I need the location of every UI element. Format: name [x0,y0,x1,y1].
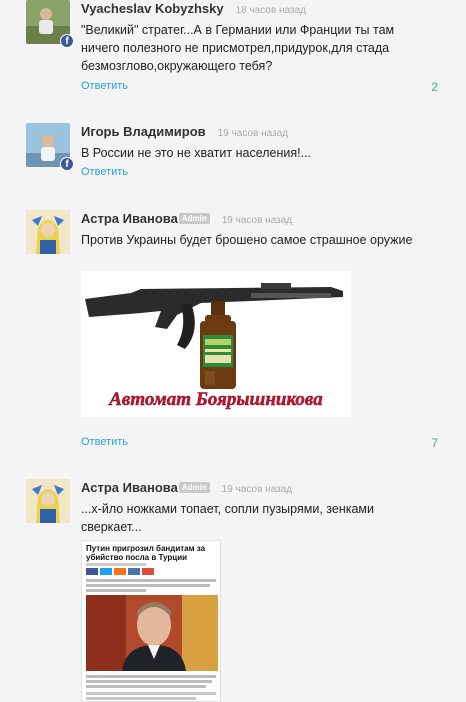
timestamp: 19 часов назад [221,215,293,226]
attached-image[interactable]: Автомат Боярышникова [81,271,351,417]
article-body-image [86,563,218,700]
comment-text: В России не это не хватит населения!... [81,146,312,160]
facebook-icon: f [60,34,74,48]
reply-count[interactable]: 2 [431,80,438,94]
reply-count[interactable]: 7 [431,436,438,450]
article-screenshot[interactable]: Путин пригрозил бандитам за убийство пос… [81,540,221,702]
comment-3: Астра Иванова Admin 19 часов назад Против … [0,210,466,460]
comment-2: f Игорь Владимиров 19 часов назад В Росси… [0,123,466,193]
comment-text: Против Украины будет брошено самое страш… [81,233,413,247]
reply-link[interactable]: Ответить [81,436,128,448]
timestamp: 19 часов назад [217,128,289,139]
comment-text: ...х-йло ножками топает, сопли пузырями,… [81,502,374,534]
comment-header: Астра Иванова Admin 19 часов назад [81,210,292,228]
comment-4: Астра Иванова Admin 19 часов назад ...х-йл… [0,479,466,702]
author-name[interactable]: Астра Иванова [81,480,178,495]
comment-header: Астра Иванова Admin 19 часов назад [81,479,292,497]
facebook-icon: f [60,157,74,171]
comment-1: f Vyacheslav Kobyzhsky 18 часов назад "Ве… [0,0,466,110]
comment-header: Игорь Владимиров 19 часов назад [81,123,288,141]
avatar[interactable] [26,210,70,254]
image-caption: Автомат Боярышникова [108,389,323,410]
timestamp: 19 часов назад [221,484,293,495]
avatar[interactable] [26,479,70,523]
author-name[interactable]: Vyacheslav Kobyzhsky [81,1,224,16]
author-name[interactable]: Астра Иванова [81,211,178,226]
timestamp: 18 часов назад [235,5,306,16]
reply-link[interactable]: Ответить [81,80,128,92]
comment-header: Vyacheslav Kobyzhsky 18 часов назад [81,0,306,18]
rifle-image: Автомат Боярышникова [81,271,351,417]
admin-badge: Admin [178,213,210,224]
admin-badge: Admin [178,482,210,493]
comment-text: "Великий" стратег...А в Германии или Фра… [81,23,395,73]
author-name[interactable]: Игорь Владимиров [81,124,206,139]
reply-link[interactable]: Ответить [81,166,128,178]
